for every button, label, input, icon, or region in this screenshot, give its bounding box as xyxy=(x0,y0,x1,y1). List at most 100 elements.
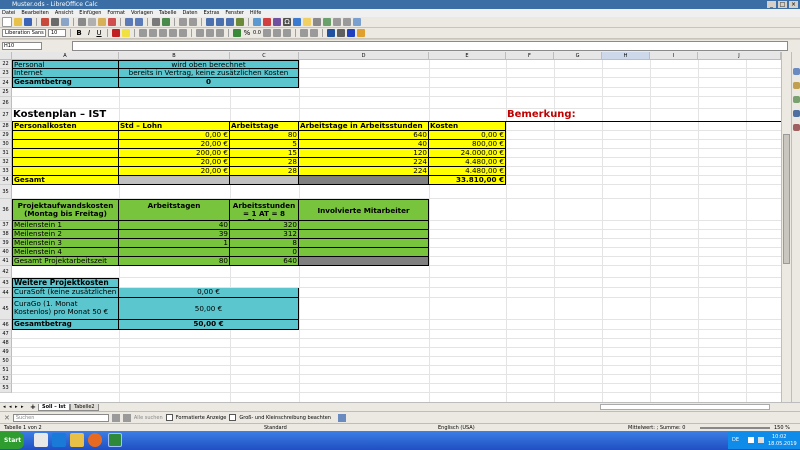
cell-e34[interactable]: 33.810,00 € xyxy=(429,176,506,185)
kostenplan-cell[interactable]: 120 xyxy=(299,149,429,158)
row-header[interactable]: 40 xyxy=(0,248,12,257)
cell-c41[interactable]: 640 xyxy=(230,257,299,266)
highlight-color-icon[interactable] xyxy=(122,29,130,37)
cell-a22[interactable]: Personal xyxy=(12,60,119,69)
border-color-icon[interactable] xyxy=(347,29,355,37)
functions-icon[interactable] xyxy=(793,124,800,131)
cell-a36[interactable]: Projektaufwandskosten (Montag bis Freita… xyxy=(12,199,119,221)
navigator-icon[interactable] xyxy=(793,110,800,117)
column-header-i[interactable]: I xyxy=(650,52,698,60)
projekt-cell[interactable]: Meilenstein 3 xyxy=(12,239,119,248)
menu-tabelle[interactable]: Tabelle xyxy=(159,9,176,17)
kostenplan-cell[interactable]: 20,00 € xyxy=(119,158,230,167)
row-header[interactable]: 37 xyxy=(0,221,12,230)
firefox-icon[interactable] xyxy=(88,433,102,447)
row-header[interactable]: 43 xyxy=(0,278,12,288)
row-header[interactable]: 53 xyxy=(0,384,12,393)
kostenplan-cell[interactable]: 4.480,00 € xyxy=(429,158,506,167)
bold-icon[interactable]: B xyxy=(75,29,83,37)
menu-bearbeiten[interactable]: Bearbeiten xyxy=(21,9,48,17)
cell-b24[interactable]: 0 xyxy=(119,78,299,88)
cell-a28[interactable]: Personalkosten xyxy=(12,122,119,131)
number-format-icon[interactable]: 0.0 xyxy=(253,29,261,37)
kostenplan-cell[interactable]: 800,00 € xyxy=(429,140,506,149)
align-middle-icon[interactable] xyxy=(206,29,214,37)
libreoffice-calc-icon[interactable] xyxy=(108,433,122,447)
row-header[interactable]: 28 xyxy=(0,122,12,131)
cell-a46[interactable]: Gesamtbetrag xyxy=(12,320,119,330)
cell-e28[interactable]: Kosten xyxy=(429,122,506,131)
find-replace-dialog-icon[interactable] xyxy=(337,413,346,422)
row-header[interactable]: 51 xyxy=(0,366,12,375)
formula-input[interactable] xyxy=(72,41,788,51)
menu-daten[interactable]: Daten xyxy=(182,9,197,17)
delete-decimal-icon[interactable] xyxy=(283,29,291,37)
kostenplan-cell[interactable] xyxy=(12,149,119,158)
align-left-icon[interactable] xyxy=(139,29,147,37)
increase-indent-icon[interactable] xyxy=(300,29,308,37)
row-header[interactable]: 46 xyxy=(0,320,12,330)
row-header[interactable]: 25 xyxy=(0,88,12,97)
chart-icon[interactable] xyxy=(263,18,271,26)
row-header[interactable]: 22 xyxy=(0,60,12,69)
cell-a45[interactable]: CuraGo (1. Monat Kostenlos) pro Monat 50… xyxy=(12,298,119,320)
kostenplan-cell[interactable]: 4.480,00 € xyxy=(429,167,506,176)
italic-icon[interactable]: I xyxy=(85,29,93,37)
column-header-d[interactable]: D xyxy=(299,52,429,60)
menu-datei[interactable]: Datei xyxy=(2,9,15,17)
border-style-icon[interactable] xyxy=(337,29,345,37)
spellcheck-icon[interactable] xyxy=(162,18,170,26)
sort-descending-icon[interactable] xyxy=(226,18,234,26)
save-icon[interactable] xyxy=(24,18,32,26)
row-header[interactable]: 47 xyxy=(0,330,12,339)
zoom-slider[interactable] xyxy=(700,427,770,429)
open-icon[interactable] xyxy=(14,18,22,26)
export-pdf-icon[interactable] xyxy=(41,18,49,26)
borders-icon[interactable] xyxy=(327,29,335,37)
tray-language[interactable]: DE xyxy=(732,437,739,443)
kostenplan-cell[interactable] xyxy=(12,158,119,167)
kostenplan-cell[interactable]: 28 xyxy=(230,167,299,176)
print-preview-icon[interactable] xyxy=(61,18,69,26)
hyperlink-icon[interactable] xyxy=(293,18,301,26)
cell-a24[interactable]: Gesamtbetrag xyxy=(12,78,119,88)
projekt-cell[interactable] xyxy=(119,248,230,257)
row-header[interactable]: 45 xyxy=(0,298,12,320)
kostenplan-cell[interactable]: 224 xyxy=(299,167,429,176)
show-draw-functions-icon[interactable] xyxy=(353,18,361,26)
special-character-icon[interactable]: Ω xyxy=(283,18,291,26)
menu-format[interactable]: Format xyxy=(107,9,125,17)
sort-icon[interactable] xyxy=(206,18,214,26)
projekt-cell[interactable]: 39 xyxy=(119,230,230,239)
cell-b23[interactable]: bereits in Vertrag, keine zusätzlichen K… xyxy=(119,69,299,78)
styles-icon[interactable] xyxy=(793,82,800,89)
folder-icon[interactable] xyxy=(70,433,84,447)
projekt-cell[interactable]: 1 xyxy=(119,239,230,248)
menu-hilfe[interactable]: Hilfe xyxy=(250,9,261,17)
kostenplan-cell[interactable]: 5 xyxy=(230,140,299,149)
kostenplan-cell[interactable]: 20,00 € xyxy=(119,140,230,149)
menu-ansicht[interactable]: Ansicht xyxy=(55,9,73,17)
projekt-cell[interactable]: Meilenstein 4 xyxy=(12,248,119,257)
find-next-icon[interactable] xyxy=(122,413,131,422)
kostenplan-cell[interactable]: 200,00 € xyxy=(119,149,230,158)
menu-vorlagen[interactable]: Vorlagen xyxy=(131,9,153,17)
define-print-area-icon[interactable] xyxy=(323,18,331,26)
properties-icon[interactable] xyxy=(793,68,800,75)
row-icon[interactable] xyxy=(179,18,187,26)
row-header[interactable]: 24 xyxy=(0,78,12,88)
cell-d34[interactable] xyxy=(299,176,429,185)
projekt-cell[interactable]: 312 xyxy=(230,230,299,239)
column-header-e[interactable]: E xyxy=(429,52,506,60)
network-icon[interactable] xyxy=(748,437,754,443)
add-decimal-icon[interactable] xyxy=(273,29,281,37)
vertical-scrollbar[interactable] xyxy=(781,52,791,402)
tab-nav-next-icon[interactable]: ▸ xyxy=(15,404,18,410)
row-header[interactable]: 33 xyxy=(0,167,12,176)
cell-a34[interactable]: Gesamt xyxy=(12,176,119,185)
row-header[interactable]: 29 xyxy=(0,131,12,140)
row-header[interactable]: 32 xyxy=(0,158,12,167)
kostenplan-cell[interactable] xyxy=(12,140,119,149)
tab-soll-ist[interactable]: Soll – Ist xyxy=(38,404,70,411)
cell-b22[interactable]: wird oben berechnet xyxy=(119,60,299,69)
